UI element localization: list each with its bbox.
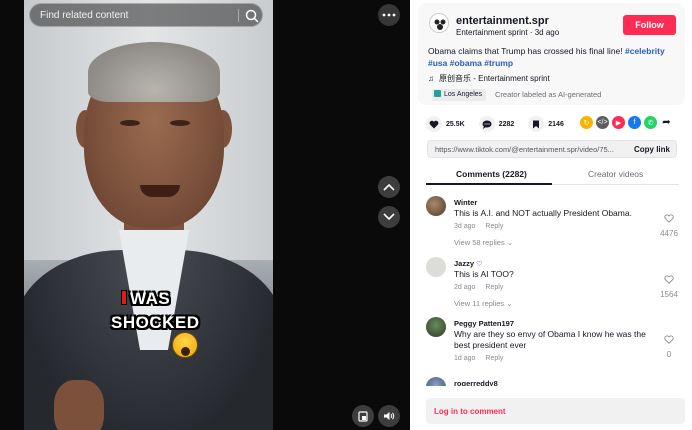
- like-button[interactable]: 25.5K: [426, 116, 465, 132]
- reply-button[interactable]: Reply: [485, 284, 503, 291]
- like-count: 25.5K: [446, 120, 465, 128]
- more-options-icon[interactable]: [378, 4, 400, 26]
- shocked-emoji-icon: [172, 332, 198, 358]
- embed-icon[interactable]: </>: [596, 116, 609, 129]
- comment-text: This is AI TOO?: [454, 269, 514, 279]
- exclamation-icon: [121, 290, 127, 305]
- tab-creator-videos[interactable]: Creator videos: [588, 169, 643, 179]
- video-caption-line2: SHOCKED: [111, 313, 200, 332]
- facebook-icon[interactable]: f: [628, 116, 641, 129]
- share-options: ↻ </> ▶ f ✆ ➦: [580, 116, 676, 129]
- comment-meta: 3d ago Reply: [454, 223, 504, 230]
- post-card: entertainment.spr Entertainment sprint ·…: [418, 3, 685, 105]
- video-caption-line1: WAS: [121, 289, 170, 309]
- send-icon[interactable]: ▶: [612, 116, 625, 129]
- avatar[interactable]: [426, 196, 446, 216]
- heart-outline-icon: [664, 214, 674, 223]
- chevron-down-icon[interactable]: [378, 206, 400, 228]
- comment-like-count: 0: [666, 350, 672, 359]
- post-description: Obama claims that Trump has crossed his …: [428, 46, 665, 68]
- hashtag-link[interactable]: #celebrity: [625, 46, 665, 56]
- ai-generated-label: Creator labeled as AI-generated: [495, 90, 602, 99]
- comment-icon: [478, 116, 495, 132]
- comment-like-button[interactable]: 1564: [654, 271, 684, 299]
- comment-author[interactable]: Winter: [454, 198, 477, 207]
- share-arrow-icon[interactable]: ➦: [660, 116, 673, 129]
- heart-outline-icon: [664, 335, 674, 344]
- author-avatar[interactable]: [429, 13, 449, 33]
- comment-author[interactable]: rogerreddy8: [454, 379, 498, 386]
- action-bar: 25.5K 2282 2146: [426, 116, 578, 132]
- video-url[interactable]: https://www.tiktok.com/@entertainment.sp…: [435, 145, 620, 154]
- bookmark-icon: [528, 116, 545, 132]
- comment-like-count: 1564: [660, 290, 678, 299]
- repost-icon[interactable]: ↻: [580, 116, 593, 129]
- video-pane: WAS SHOCKED: [0, 0, 410, 430]
- view-replies-button[interactable]: View 11 replies ⌄: [454, 299, 513, 308]
- location-icon: [434, 90, 441, 97]
- chevron-down-icon: ⌄: [506, 299, 513, 308]
- search-input[interactable]: [40, 8, 230, 23]
- search-bar: [29, 3, 263, 27]
- comment-meta: 1d ago Reply: [454, 355, 504, 362]
- comment-button[interactable]: 2282: [478, 116, 515, 132]
- login-to-comment[interactable]: Log in to comment: [426, 398, 685, 424]
- location-badge[interactable]: Los Angeles: [432, 89, 487, 101]
- whatsapp-icon[interactable]: ✆: [644, 116, 657, 129]
- comment-text: Why are they so envy of Obama I know he …: [454, 329, 646, 350]
- mini-player-icon[interactable]: [352, 405, 374, 427]
- tab-comments[interactable]: Comments (2282): [456, 169, 527, 179]
- author-username[interactable]: entertainment.spr: [456, 15, 549, 27]
- share-link-box: https://www.tiktok.com/@entertainment.sp…: [427, 140, 677, 158]
- reply-button[interactable]: Reply: [485, 223, 503, 230]
- save-count: 2146: [548, 120, 564, 128]
- save-button[interactable]: 2146: [528, 116, 564, 132]
- comment-count: 2282: [498, 120, 515, 128]
- heart-outline-icon: [664, 275, 674, 284]
- hashtag-link[interactable]: #usa: [428, 58, 447, 68]
- comment-list: Winter This is A.I. and NOT actually Pre…: [426, 190, 686, 386]
- avatar[interactable]: [426, 317, 446, 337]
- comment-like-button[interactable]: 0: [654, 331, 684, 359]
- avatar[interactable]: [426, 377, 446, 386]
- heart-badge-icon: ♡: [476, 261, 483, 268]
- active-tab-indicator: [426, 183, 552, 185]
- search-icon[interactable]: [243, 7, 261, 25]
- comment-author[interactable]: Peggy Patten197: [454, 319, 514, 328]
- follow-button[interactable]: Follow: [623, 15, 676, 35]
- music-link[interactable]: ♫ 原创音乐 - Entertainment sprint: [428, 73, 550, 84]
- hashtag-link[interactable]: #trump: [484, 58, 513, 68]
- video-player[interactable]: [24, 0, 273, 430]
- reply-button[interactable]: Reply: [485, 355, 503, 362]
- comment-item: Jazzy ♡ This is AI TOO? 2d ago Reply View…: [426, 251, 686, 311]
- chevron-up-icon[interactable]: [378, 176, 400, 198]
- hashtag-link[interactable]: #obama: [450, 58, 482, 68]
- comment-item: rogerreddy8: [426, 371, 686, 386]
- comment-item: Winter This is A.I. and NOT actually Pre…: [426, 190, 686, 260]
- music-note-icon: ♫: [428, 74, 434, 83]
- comment-author[interactable]: Jazzy ♡: [454, 259, 482, 268]
- comment-meta: 2d ago Reply: [454, 284, 504, 291]
- comment-item: Peggy Patten197 Why are they so envy of …: [426, 311, 686, 371]
- details-panel: entertainment.spr Entertainment sprint ·…: [410, 0, 692, 430]
- heart-icon: [426, 116, 442, 132]
- chevron-down-icon: ⌄: [506, 238, 514, 247]
- copy-link-button[interactable]: Copy link: [626, 141, 678, 157]
- comment-text: This is A.I. and NOT actually President …: [454, 208, 632, 218]
- tabs: Comments (2282) Creator videos: [426, 163, 679, 185]
- author-subline: Entertainment sprint · 3d ago: [456, 28, 560, 37]
- avatar[interactable]: [426, 257, 446, 277]
- comment-like-button[interactable]: 4476: [654, 210, 684, 238]
- volume-icon[interactable]: [378, 405, 400, 427]
- view-replies-button[interactable]: View 58 replies ⌄: [454, 238, 513, 247]
- comment-like-count: 4476: [660, 229, 678, 238]
